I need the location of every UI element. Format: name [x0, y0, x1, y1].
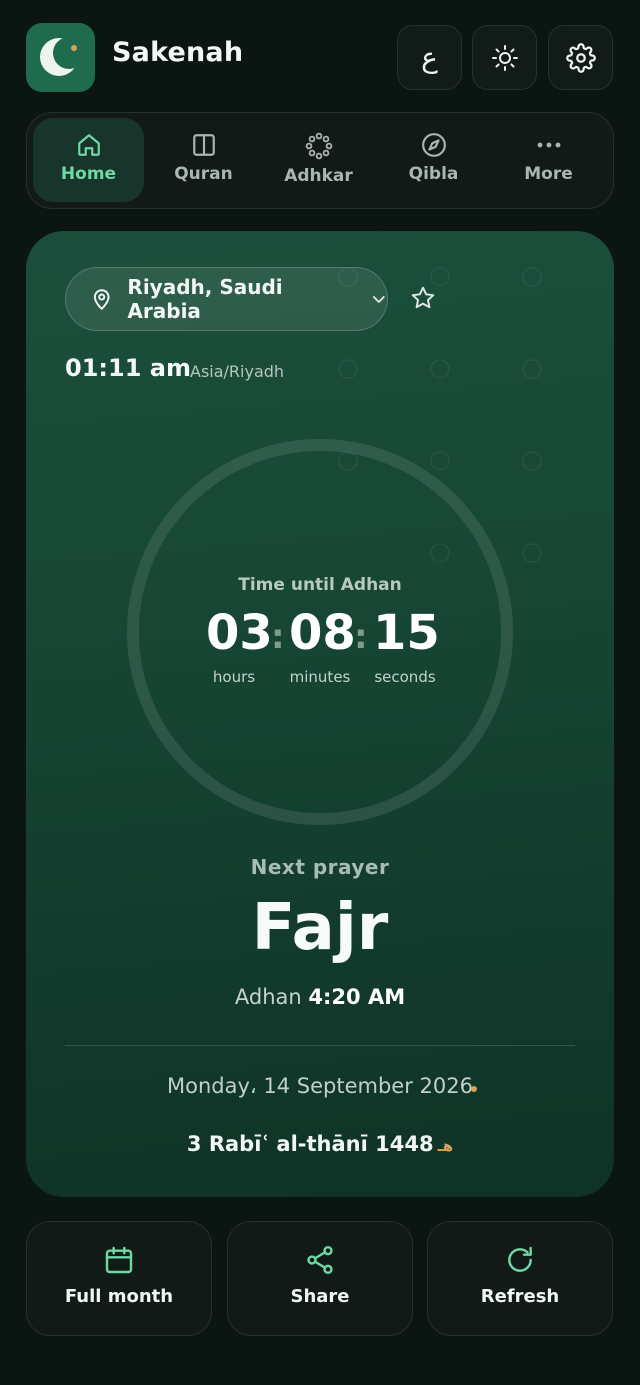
- location-name: Riyadh, Saudi Arabia: [127, 275, 283, 323]
- hijri-date-line: 3 Rabīʿ al-thānī 1448 هـ: [26, 1132, 614, 1156]
- location-selector[interactable]: Riyadh, Saudi Arabia: [65, 267, 388, 331]
- share-icon: [307, 1246, 333, 1274]
- adhan-time-line: Adhan 4:20 AM: [26, 985, 614, 1009]
- map-pin-icon: [93, 289, 110, 310]
- gregorian-date: Monday، 14 September 2026: [167, 1074, 473, 1098]
- app-logo: [26, 23, 95, 92]
- full-month-button[interactable]: Full month: [26, 1221, 212, 1336]
- status-dot: [471, 1086, 477, 1092]
- home-icon: [77, 134, 100, 156]
- nav-item-home[interactable]: Home: [33, 118, 144, 202]
- book-open-icon: [192, 134, 215, 156]
- prayer-card: Riyadh, Saudi Arabia 01:11 am Asia/Riyad…: [26, 231, 614, 1197]
- refresh-label: Refresh: [480, 1286, 560, 1307]
- countdown-seconds-label: seconds: [374, 668, 436, 686]
- refresh-icon: [508, 1246, 532, 1272]
- countdown-hours: 03: [206, 605, 273, 661]
- adhan-time: 4:20 AM: [308, 985, 406, 1009]
- calendar-icon: [105, 1246, 133, 1274]
- main-navigation: Home Quran Adhkar Qibla More: [26, 112, 614, 209]
- nav-item-label: More: [524, 164, 573, 184]
- nav-item-more[interactable]: More: [493, 118, 604, 202]
- countdown-separator: :: [354, 617, 368, 657]
- nav-item-label: Home: [60, 164, 117, 184]
- countdown-separator: :: [271, 617, 285, 657]
- app-root: Sakenah ع Home Quran Adhkar Qibla More R…: [0, 0, 640, 1385]
- countdown-minutes: 08: [289, 605, 356, 661]
- share-button[interactable]: Share: [227, 1221, 413, 1336]
- nav-item-quran[interactable]: Quran: [148, 118, 259, 202]
- adhan-prefix: Adhan: [234, 985, 302, 1009]
- nav-item-qibla[interactable]: Qibla: [378, 118, 489, 202]
- settings-button[interactable]: [548, 25, 613, 90]
- app-header: Sakenah ع: [26, 23, 614, 92]
- app-title: Sakenah: [112, 37, 244, 68]
- prayer-beads-icon: [305, 132, 332, 160]
- theme-toggle-button[interactable]: [472, 25, 537, 90]
- refresh-button[interactable]: Refresh: [427, 1221, 613, 1336]
- nav-item-label: Adhkar: [284, 166, 353, 186]
- sun-icon: [491, 44, 518, 71]
- language-toggle-button[interactable]: ع: [397, 25, 462, 90]
- nav-item-label: Qibla: [408, 164, 459, 184]
- chevron-down-icon: [373, 296, 386, 303]
- more-dots-icon: [537, 142, 560, 148]
- crescent-moon-icon: [40, 37, 85, 76]
- compass-icon: [421, 133, 446, 157]
- hijri-era-mark: هـ: [437, 1137, 454, 1155]
- gear-icon: [565, 42, 596, 73]
- nav-item-adhkar[interactable]: Adhkar: [263, 118, 374, 202]
- timezone-label: Asia/Riyadh: [190, 362, 285, 381]
- full-month-label: Full month: [64, 1286, 174, 1307]
- hijri-date: 3 Rabīʿ al-thānī 1448: [186, 1132, 434, 1156]
- countdown-caption: Time until Adhan: [238, 575, 402, 595]
- nav-item-label: Quran: [174, 164, 233, 184]
- next-prayer-caption: Next prayer: [250, 855, 390, 879]
- next-prayer-name: Fajr: [251, 891, 389, 965]
- favorite-star-icon[interactable]: [410, 285, 436, 311]
- current-time: 01:11 am: [65, 354, 191, 382]
- countdown-seconds: 15: [373, 605, 440, 661]
- divider: [65, 1045, 575, 1046]
- share-label: Share: [290, 1286, 350, 1307]
